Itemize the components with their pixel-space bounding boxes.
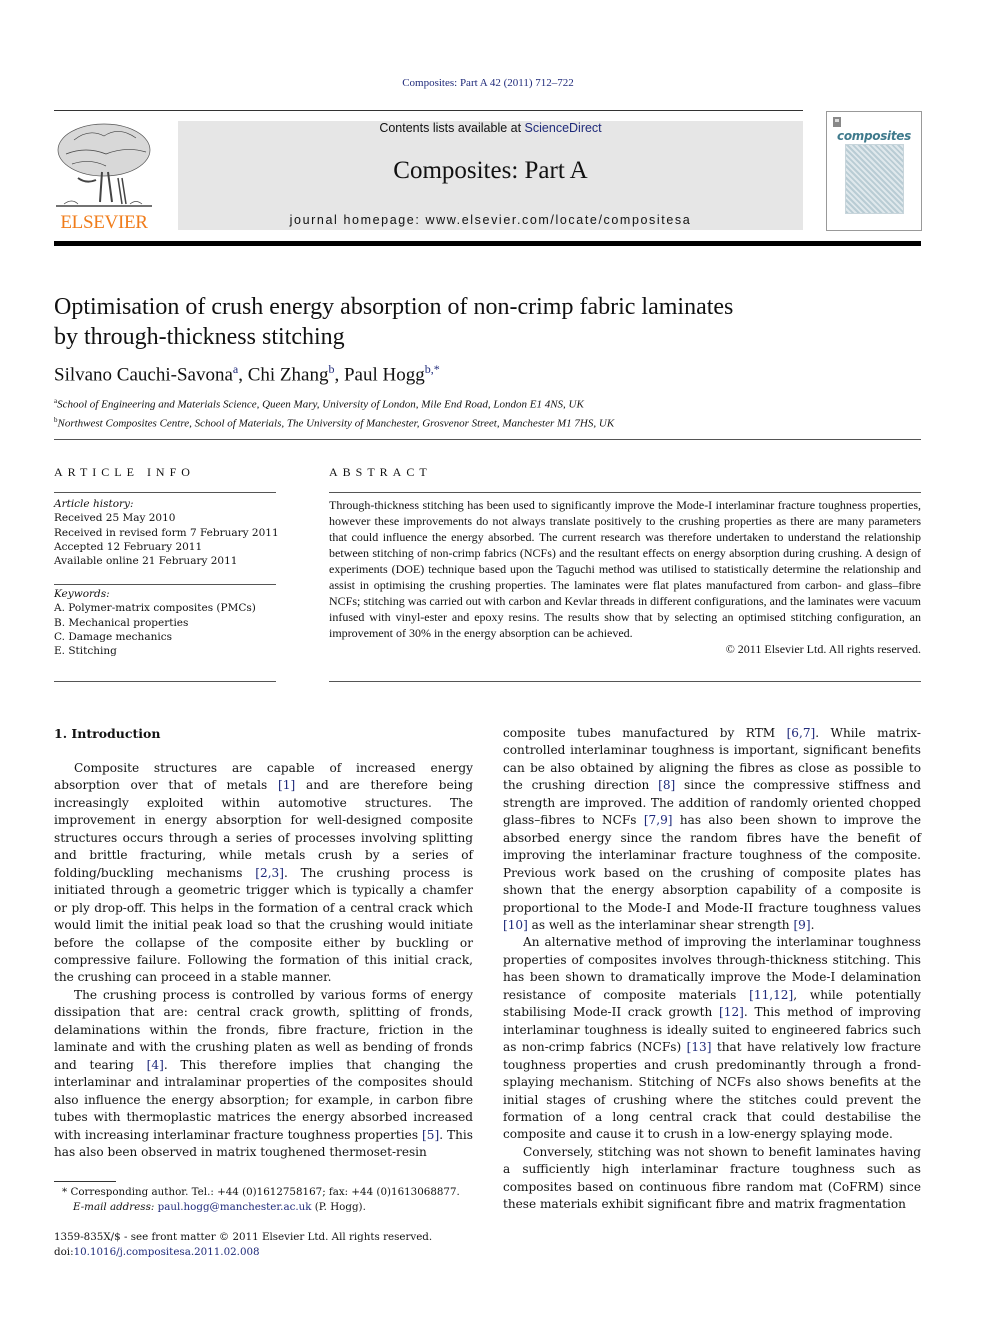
- affiliation-b: bNorthwest Composites Centre, School of …: [54, 413, 614, 432]
- affiliation-text: Northwest Composites Centre, School of M…: [57, 417, 615, 430]
- author-affiliation-marker[interactable]: b,*: [425, 362, 440, 376]
- article-title-line-1: Optimisation of crush energy absorption …: [54, 294, 734, 320]
- author-name: Silvano Cauchi-Savona: [54, 364, 233, 386]
- affiliations: aSchool of Engineering and Materials Sci…: [54, 394, 614, 431]
- journal-masthead: Contents lists available at ScienceDirec…: [178, 121, 803, 230]
- journal-homepage-link[interactable]: journal homepage: www.elsevier.com/locat…: [178, 213, 803, 227]
- body-column-left: Composite structures are capable of incr…: [54, 760, 473, 1161]
- article-history: Article history: Received 25 May 2010 Re…: [54, 497, 279, 568]
- issn-copyright-line: 1359-835X/$ - see front matter © 2011 El…: [54, 1231, 433, 1243]
- body-paragraph: An alternative method of improving the i…: [503, 934, 921, 1143]
- article-title: Optimisation of crush energy absorption …: [54, 292, 914, 352]
- email-suffix: (P. Hogg).: [311, 1201, 366, 1213]
- body-text: as well as the interlaminar shear streng…: [527, 917, 794, 932]
- sciencedirect-link[interactable]: ScienceDirect: [525, 121, 602, 135]
- citation-link[interactable]: [13]: [687, 1040, 712, 1054]
- citation-link[interactable]: [11,12]: [749, 988, 793, 1002]
- citation-link[interactable]: [4]: [147, 1058, 164, 1072]
- keyword-item: E. Stitching: [54, 645, 117, 658]
- body-paragraph: Composite structures are capable of incr…: [54, 760, 473, 987]
- keywords-label: Keywords:: [54, 588, 110, 600]
- history-accepted: Accepted 12 February 2011: [54, 540, 203, 553]
- abstract-text: Through-thickness stitching has been use…: [329, 497, 921, 657]
- cover-qr-icon: [833, 117, 841, 127]
- affiliation-a: aSchool of Engineering and Materials Sci…: [54, 394, 614, 413]
- corresponding-author-footnote: * Corresponding author. Tel.: +44 (0)161…: [62, 1185, 460, 1215]
- header-thick-divider: [54, 241, 921, 246]
- journal-cover-thumbnail[interactable]: composites: [826, 111, 922, 231]
- body-paragraph: The crushing process is controlled by va…: [54, 987, 473, 1162]
- keyword-item: C. Damage mechanics: [54, 630, 172, 643]
- author-name: Chi Zhang: [247, 364, 329, 386]
- doi-label: doi:: [54, 1246, 74, 1258]
- author-email-link[interactable]: paul.hogg@manchester.ac.uk: [158, 1201, 312, 1213]
- running-header-citation[interactable]: Composites: Part A 42 (2011) 712–722: [0, 77, 976, 89]
- author-name: Paul Hogg: [343, 364, 425, 386]
- body-text: and are therefore being increasingly exp…: [54, 778, 473, 880]
- doi-link[interactable]: 10.1016/j.compositesa.2011.02.008: [74, 1246, 260, 1258]
- header-divider: [54, 110, 803, 111]
- body-text: . The crushing process is initiated thro…: [54, 865, 473, 985]
- elsevier-logo[interactable]: ELSEVIER: [54, 120, 154, 234]
- journal-title: Composites: Part A: [393, 157, 588, 184]
- cover-image: [845, 144, 904, 214]
- body-text: composite tubes manufactured by RTM: [503, 726, 787, 740]
- keyword-item: B. Mechanical properties: [54, 616, 189, 629]
- contents-prefix: Contents lists available at: [379, 121, 525, 135]
- citation-link[interactable]: [5]: [422, 1128, 439, 1142]
- citation-link[interactable]: [8]: [658, 778, 675, 792]
- history-received: Received 25 May 2010: [54, 512, 176, 525]
- author-separator: ,: [238, 364, 248, 386]
- footnote-marker: *: [62, 1186, 68, 1198]
- front-matter: 1359-835X/$ - see front matter © 2011 El…: [54, 1230, 432, 1260]
- article-info-divider: [54, 492, 276, 493]
- affiliation-text: School of Engineering and Materials Scie…: [57, 398, 584, 411]
- title-divider: [54, 439, 921, 440]
- keyword-item: A. Polymer-matrix composites (PMCs): [54, 602, 256, 615]
- elsevier-wordmark: ELSEVIER: [60, 212, 148, 233]
- citation-link[interactable]: [12]: [719, 1005, 744, 1019]
- article-info-heading: ARTICLE INFO: [54, 465, 195, 479]
- abstract-paragraph: Through-thickness stitching has been use…: [329, 498, 921, 640]
- elsevier-tree-icon: [56, 123, 152, 207]
- section-heading-introduction: 1. Introduction: [54, 726, 161, 741]
- abstract-divider: [329, 492, 921, 493]
- article-title-line-2: by through-thickness stitching: [54, 324, 345, 350]
- body-text: Conversely, stitching was not shown to b…: [503, 1144, 921, 1212]
- author-separator: ,: [334, 364, 344, 386]
- cover-wordmark: composites: [837, 129, 911, 143]
- citation-link[interactable]: [7,9]: [644, 813, 673, 827]
- body-text: that have relatively low fracture toughn…: [503, 1040, 922, 1142]
- keywords-divider: [54, 584, 276, 585]
- body-column-right: composite tubes manufactured by RTM [6,7…: [503, 725, 921, 1214]
- citation-link[interactable]: [9]: [793, 918, 810, 932]
- email-label: E-mail address:: [73, 1201, 155, 1213]
- keywords: Keywords: A. Polymer-matrix composites (…: [54, 587, 256, 658]
- abstract-copyright: © 2011 Elsevier Ltd. All rights reserved…: [725, 642, 921, 656]
- contents-availability-line: Contents lists available at ScienceDirec…: [178, 121, 803, 135]
- article-info-end-divider: [54, 681, 276, 682]
- body-text: .: [810, 917, 815, 932]
- footnote-divider: [54, 1181, 116, 1182]
- citation-link[interactable]: [1]: [278, 778, 295, 792]
- history-online: Available online 21 February 2011: [54, 555, 238, 568]
- corresponding-author-contact: Corresponding author. Tel.: +44 (0)16127…: [70, 1186, 460, 1198]
- abstract-heading: ABSTRACT: [329, 465, 432, 479]
- author-list: Silvano Cauchi-Savonaa, Chi Zhangb, Paul…: [54, 362, 440, 386]
- article-history-label: Article history:: [54, 498, 134, 510]
- citation-link[interactable]: [2,3]: [255, 866, 284, 880]
- abstract-end-divider: [329, 681, 921, 682]
- history-revised: Received in revised form 7 February 2011: [54, 526, 279, 539]
- citation-link[interactable]: [6,7]: [787, 726, 816, 740]
- body-paragraph: Conversely, stitching was not shown to b…: [503, 1144, 921, 1214]
- body-paragraph: composite tubes manufactured by RTM [6,7…: [503, 725, 921, 934]
- citation-link[interactable]: [10]: [503, 918, 528, 932]
- body-text: has also been shown to improve the absor…: [503, 813, 921, 915]
